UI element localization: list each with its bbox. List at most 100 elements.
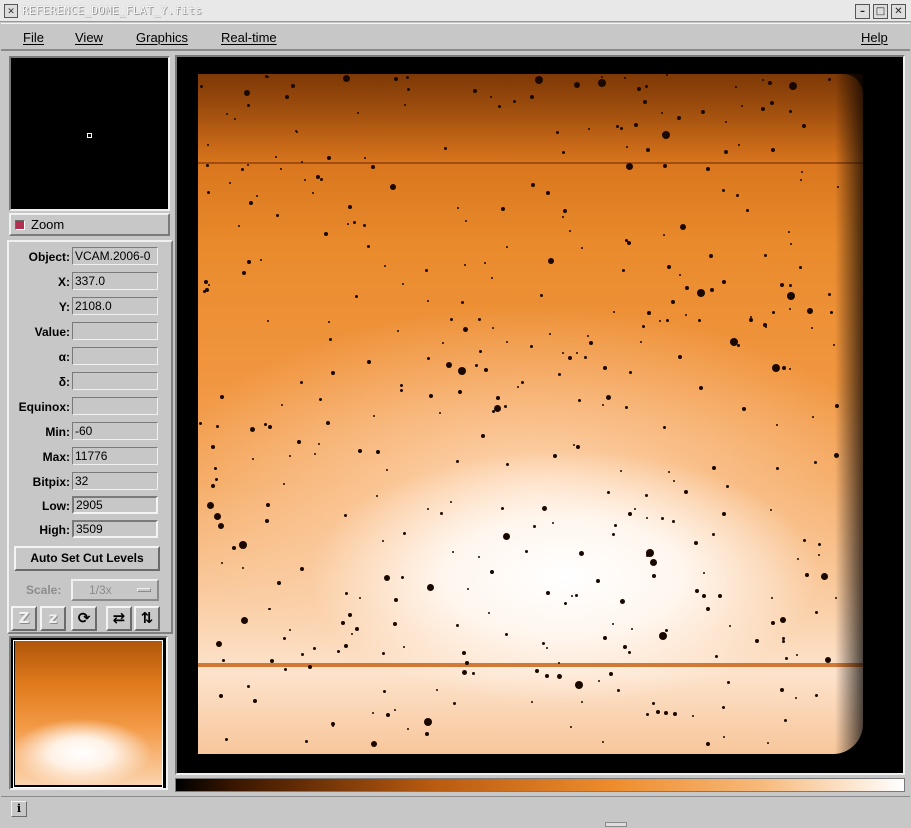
image-speck <box>730 338 738 346</box>
image-speck <box>789 82 797 90</box>
image-speck <box>767 742 769 744</box>
image-speck <box>456 460 459 463</box>
menu-file[interactable]: File <box>23 30 44 45</box>
image-speck <box>517 386 519 388</box>
pan-view[interactable] <box>9 636 168 790</box>
image-speck <box>762 79 764 81</box>
image-speck <box>602 741 604 743</box>
pan-viewport-box[interactable] <box>13 640 163 788</box>
equinox-field <box>72 397 158 415</box>
image-speck <box>461 368 464 371</box>
image-speck <box>787 292 795 300</box>
image-row-artifact <box>198 663 863 667</box>
high-label: High: <box>39 523 70 537</box>
image-speck <box>735 86 737 88</box>
image-speck <box>319 398 322 401</box>
image-speck <box>799 266 802 269</box>
image-speck <box>531 183 535 187</box>
image-speck <box>702 594 706 598</box>
image-speck <box>835 404 839 408</box>
image-speck <box>238 225 240 227</box>
image-speck <box>208 284 210 286</box>
object-label: Object: <box>28 250 70 264</box>
image-speck <box>746 209 749 212</box>
high-row: High: 3509 <box>9 520 171 540</box>
minimize-button[interactable]: – <box>855 4 870 19</box>
image-speck <box>609 672 613 676</box>
image-speck <box>397 330 399 332</box>
image-canvas[interactable] <box>175 55 905 775</box>
flip-x-icon[interactable]: ⇄ <box>106 606 132 631</box>
image-speck <box>265 519 269 523</box>
image-speck <box>364 157 366 159</box>
image-speck <box>710 288 714 292</box>
scale-value: 1/3x <box>89 583 112 597</box>
menu-view[interactable]: View <box>75 30 103 45</box>
image-speck <box>718 594 722 598</box>
menu-help[interactable]: Help <box>861 30 888 45</box>
menu-graphics[interactable]: Graphics <box>136 30 188 45</box>
image-speck <box>268 608 270 610</box>
image-speck <box>324 232 328 236</box>
image-speck <box>661 517 664 520</box>
zoom-view[interactable] <box>9 56 170 211</box>
image-speck <box>581 247 583 249</box>
image-speck <box>652 574 656 578</box>
resize-grip[interactable] <box>605 822 627 827</box>
image-speck <box>295 130 297 132</box>
auto-set-cut-levels-button[interactable]: Auto Set Cut Levels <box>14 546 160 571</box>
image-speck <box>314 453 316 455</box>
image-speck <box>404 104 406 106</box>
image-speck <box>634 508 636 510</box>
image-speck <box>628 512 632 516</box>
zoom-checkbutton[interactable]: Zoom <box>9 213 170 236</box>
image-speck <box>617 689 620 692</box>
image-speck <box>440 512 443 515</box>
high-input[interactable]: 3509 <box>72 520 158 538</box>
image-speck <box>276 214 279 217</box>
info-icon[interactable]: i <box>11 801 27 817</box>
image-speck <box>488 612 490 614</box>
image-speck <box>703 572 705 574</box>
image-speck <box>376 450 380 454</box>
image-speck <box>563 209 567 213</box>
image-speck <box>301 653 304 656</box>
image-speck <box>475 364 478 367</box>
zoom-in-icon[interactable]: Z <box>11 606 37 631</box>
image-speck <box>268 425 272 429</box>
image-speck <box>291 84 295 88</box>
max-label: Max: <box>42 450 70 464</box>
image-speck <box>371 165 375 169</box>
zoom-checkbox-indicator[interactable] <box>15 220 25 230</box>
image-speck <box>761 107 765 111</box>
image-speck <box>598 79 606 87</box>
low-input[interactable]: 2905 <box>72 496 158 514</box>
image-speck <box>570 726 572 728</box>
image-speck <box>568 356 572 360</box>
scale-menubutton[interactable]: 1/3x <box>71 579 159 601</box>
image-speck <box>305 740 308 743</box>
image-speck <box>427 300 429 302</box>
image-speck <box>400 389 403 392</box>
menu-realtime[interactable]: Real-time <box>221 30 277 45</box>
zoom-out-icon[interactable]: z <box>40 606 66 631</box>
image-speck <box>478 556 480 558</box>
status-bar: i <box>1 796 910 824</box>
info-panel: Object: VCAM.2006-0 X: 337.0 Y: 2108.0 V… <box>7 240 173 634</box>
image-speck <box>640 341 642 343</box>
fits-image[interactable] <box>198 74 875 754</box>
image-speck <box>663 164 667 168</box>
window-menu-icon[interactable]: ✕ <box>4 4 18 18</box>
maximize-button[interactable]: □ <box>873 4 888 19</box>
flip-y-icon[interactable]: ⇅ <box>134 606 160 631</box>
close-button[interactable]: ✕ <box>891 4 906 19</box>
image-speck <box>481 434 485 438</box>
image-speck <box>677 116 681 120</box>
bitpix-label: Bitpix: <box>32 475 70 489</box>
image-speck <box>250 427 255 432</box>
image-speck <box>780 688 784 692</box>
image-speck <box>646 549 654 557</box>
menu-bar: File View Graphics Real-time Help <box>1 23 910 51</box>
rotate-icon[interactable]: ⟳ <box>71 606 97 631</box>
image-speck <box>821 573 828 580</box>
